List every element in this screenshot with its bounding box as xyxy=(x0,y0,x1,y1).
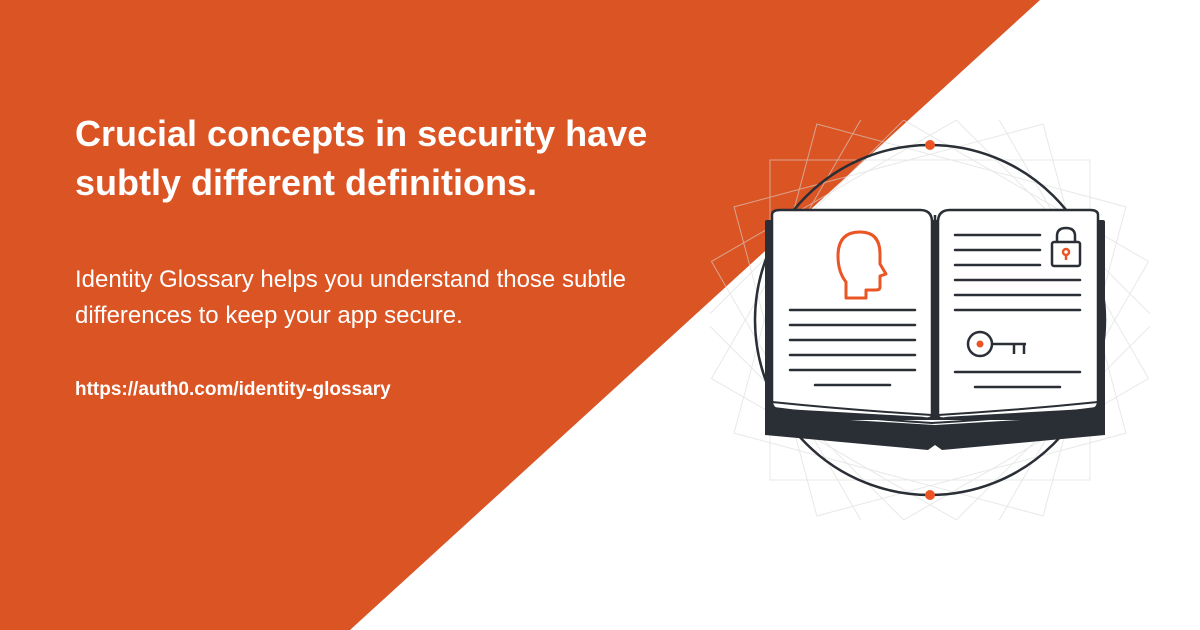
subhead: Identity Glossary helps you understand t… xyxy=(75,262,675,334)
text-content: Crucial concepts in security have subtly… xyxy=(75,110,675,401)
headline: Crucial concepts in security have subtly… xyxy=(75,110,675,207)
url-text: https://auth0.com/identity-glossary xyxy=(75,379,675,401)
book-illustration xyxy=(710,120,1150,520)
